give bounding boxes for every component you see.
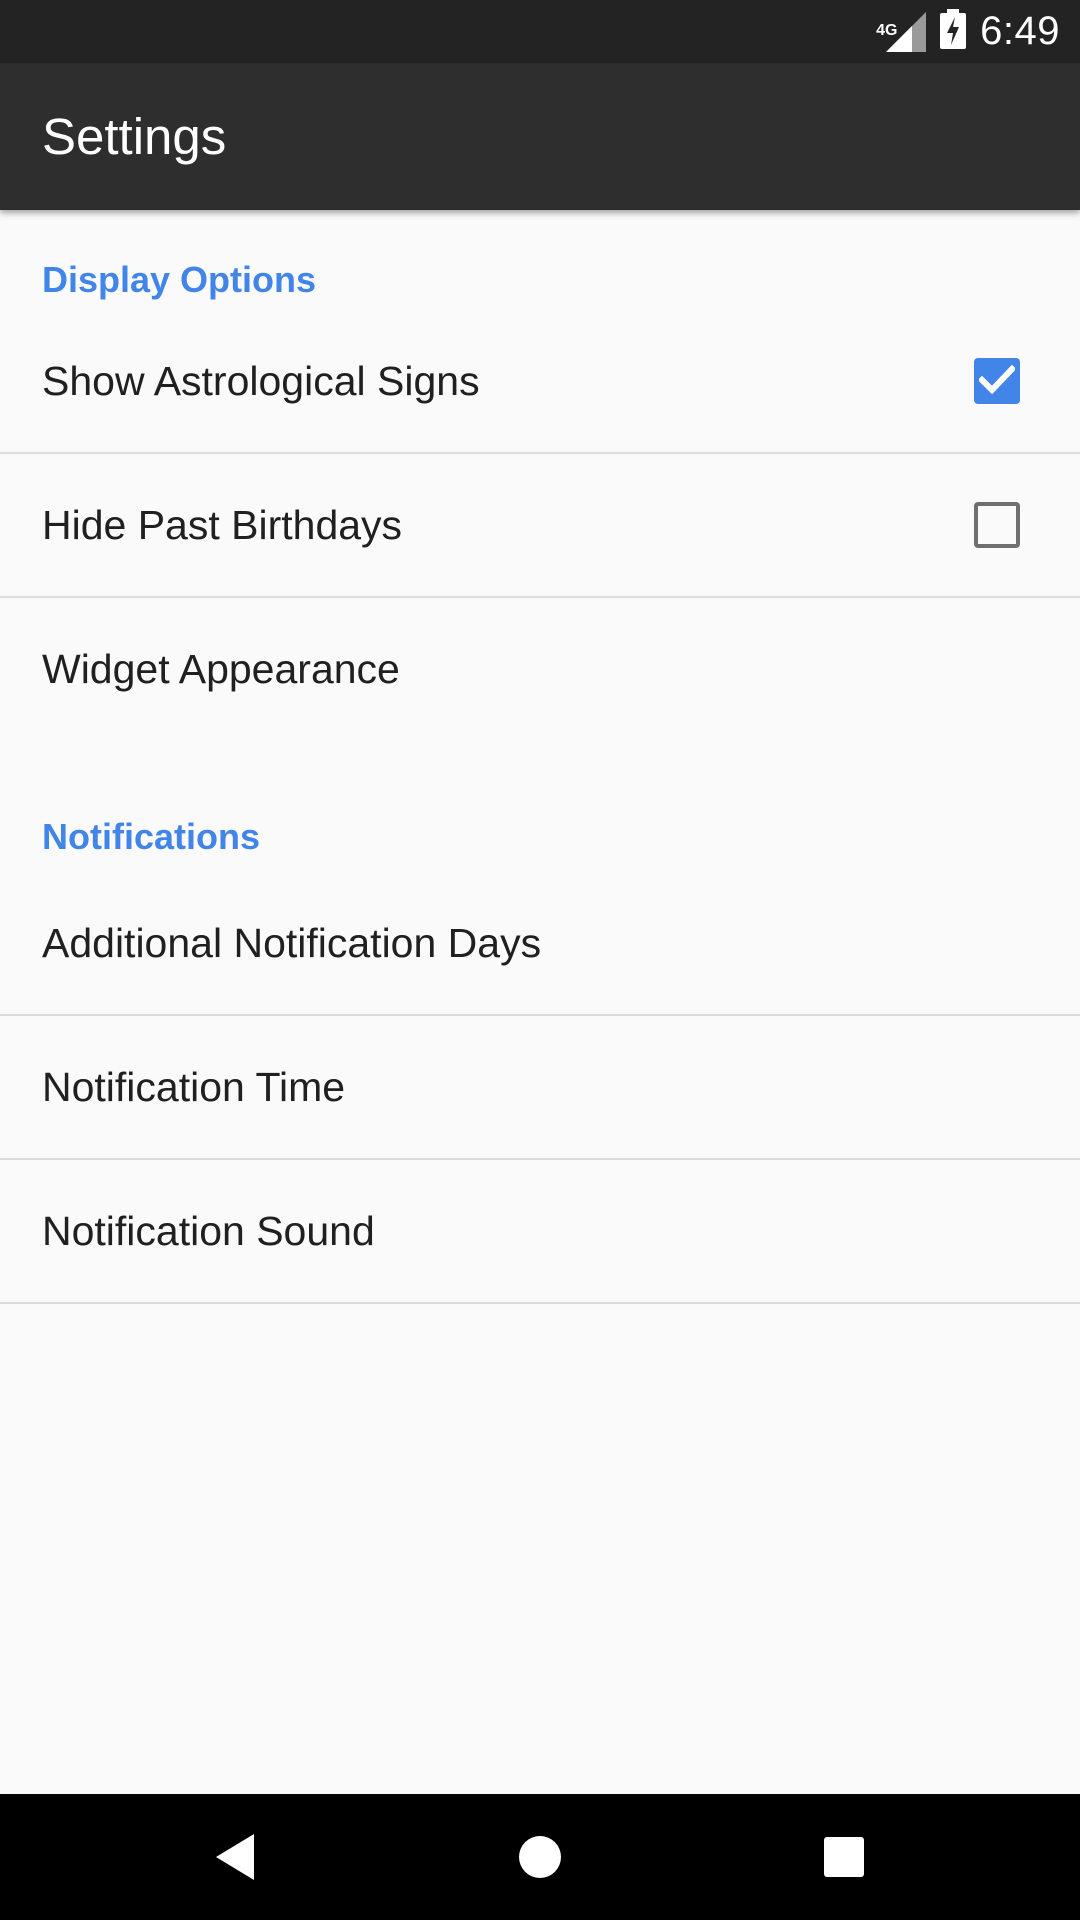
pref-label: Hide Past Birthdays [42, 502, 403, 548]
settings-list: Display Options Show Astrological Signs … [0, 210, 1080, 1304]
recents-icon[interactable] [784, 1794, 904, 1920]
pref-label: Show Astrological Signs [42, 358, 480, 404]
battery-charging-icon [940, 9, 967, 54]
navigation-bar [0, 1794, 1080, 1920]
checkmark-icon [979, 365, 1015, 395]
clock: 6:49 [980, 9, 1060, 53]
pref-widget-appearance[interactable]: Widget Appearance [0, 598, 1080, 742]
page-title: Settings [42, 108, 227, 165]
home-icon[interactable] [480, 1794, 600, 1920]
pref-label: Notification Time [42, 1064, 346, 1110]
pref-label: Widget Appearance [42, 646, 400, 692]
pref-notification-sound[interactable]: Notification Sound [0, 1160, 1080, 1304]
hide-past-birthdays-checkbox[interactable] [974, 502, 1020, 548]
pref-hide-past-birthdays[interactable]: Hide Past Birthdays [0, 454, 1080, 598]
category-display-options: Display Options [42, 259, 317, 300]
signal-icon: 4G [876, 11, 927, 52]
app-bar: Settings [0, 63, 1080, 210]
status-bar: 4G 6:49 [0, 0, 1080, 63]
pref-show-astrological-signs[interactable]: Show Astrological Signs [0, 310, 1080, 454]
pref-notification-time[interactable]: Notification Time [0, 1016, 1080, 1160]
category-notifications: Notifications [42, 816, 261, 857]
show-astrological-signs-checkbox[interactable] [974, 358, 1020, 404]
back-icon[interactable] [176, 1794, 296, 1920]
pref-additional-notification-days[interactable]: Additional Notification Days [0, 872, 1080, 1016]
pref-label: Notification Sound [42, 1208, 375, 1254]
pref-label: Additional Notification Days [42, 920, 542, 966]
